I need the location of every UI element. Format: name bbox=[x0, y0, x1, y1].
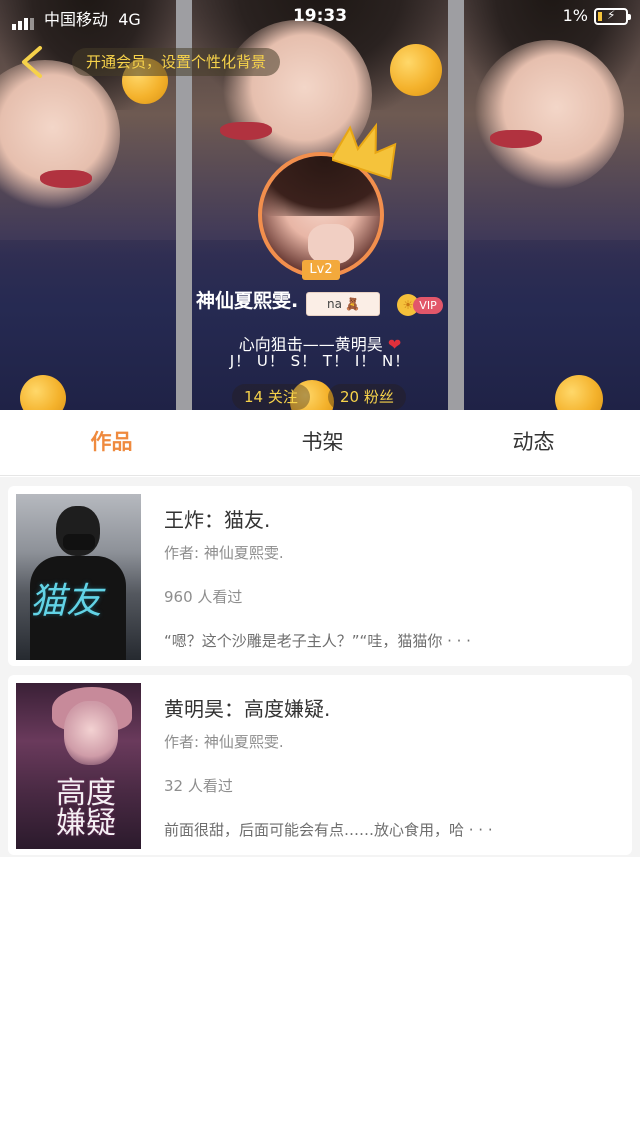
tab-works[interactable]: 作品 bbox=[5, 410, 218, 476]
clock: 19:33 bbox=[292, 6, 348, 26]
battery-percent: 1% bbox=[562, 6, 588, 25]
book-views: 960 人看过 bbox=[164, 588, 243, 606]
level-badge: Lv2 bbox=[302, 260, 340, 280]
vip-badge[interactable]: ☀ VIP bbox=[397, 294, 445, 316]
book-excerpt: “嗯？这个沙雕是老子主人？”“哇，猫猫你 · · · bbox=[164, 632, 471, 650]
book-title: 王炸：猫友. bbox=[164, 508, 271, 532]
bear-icon: 🧸 bbox=[345, 297, 360, 311]
chevron-left-icon bbox=[22, 46, 42, 78]
book-author: 作者: 神仙夏熙雯. bbox=[164, 733, 284, 751]
tab-bookshelf[interactable]: 书架 bbox=[216, 410, 429, 476]
username: 神仙夏熙雯. bbox=[196, 290, 299, 312]
book-cover: 高度嫌疑 bbox=[16, 683, 141, 849]
following-count[interactable]: 14 关注 bbox=[232, 384, 310, 410]
book-title: 黄明昊：高度嫌疑. bbox=[164, 697, 331, 721]
profile-header: 中国移动 4G 19:33 1% ⚡ 开通会员，设置个性化背景 Lv2 神仙夏熙… bbox=[0, 0, 640, 410]
status-bar: 中国移动 4G 19:33 1% ⚡ bbox=[0, 0, 640, 34]
signature-line-2: J！ U！ S！ T！ I！ N！ bbox=[229, 352, 411, 370]
tab-activity[interactable]: 动态 bbox=[427, 410, 640, 476]
works-list: 猫友 王炸：猫友. 作者: 神仙夏熙雯. 960 人看过 “嗯？这个沙雕是老子主… bbox=[0, 477, 640, 857]
book-views: 32 人看过 bbox=[164, 777, 233, 795]
name-tag: na 🧸 bbox=[306, 292, 380, 316]
back-button[interactable] bbox=[14, 42, 54, 82]
crown-icon bbox=[332, 122, 397, 180]
profile-tabs: 作品 书架 动态 bbox=[0, 410, 640, 476]
battery-icon: ⚡ bbox=[594, 8, 631, 25]
book-cover: 猫友 bbox=[16, 494, 141, 660]
followers-count[interactable]: 20 粉丝 bbox=[328, 384, 406, 410]
vip-background-tip[interactable]: 开通会员，设置个性化背景 bbox=[72, 48, 281, 76]
list-item[interactable]: 猫友 王炸：猫友. 作者: 神仙夏熙雯. 960 人看过 “嗯？这个沙雕是老子主… bbox=[8, 486, 632, 666]
book-excerpt: 前面很甜，后面可能会有点……放心食用，哈 · · · bbox=[164, 821, 493, 839]
orange-decoration bbox=[390, 44, 442, 96]
list-item[interactable]: 高度嫌疑 黄明昊：高度嫌疑. 作者: 神仙夏熙雯. 32 人看过 前面很甜，后面… bbox=[8, 675, 632, 855]
book-author: 作者: 神仙夏熙雯. bbox=[164, 544, 284, 562]
